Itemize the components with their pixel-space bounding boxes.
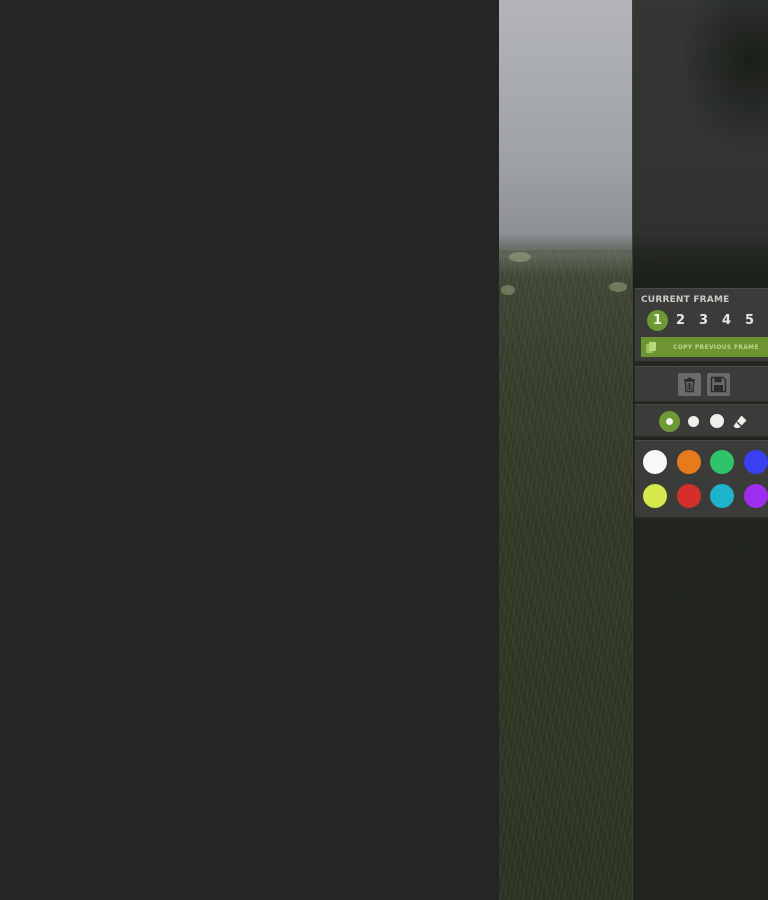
blank-drawing-area[interactable]	[0, 0, 499, 900]
copy-icon	[645, 341, 657, 354]
brush-medium[interactable]	[710, 414, 724, 428]
frame-button-3[interactable]: 3	[693, 310, 714, 331]
game-screen: CURRENT FRAME 1 2 3 4 5 COPY PREVIOUS FR…	[0, 0, 768, 900]
foliage-highlight	[609, 282, 627, 292]
color-swatch-orange[interactable]	[677, 450, 701, 474]
delete-button[interactable]	[678, 373, 701, 396]
current-frame-panel: CURRENT FRAME 1 2 3 4 5 COPY PREVIOUS FR…	[635, 288, 768, 362]
color-swatch-blue[interactable]	[744, 450, 768, 474]
save-button[interactable]	[707, 373, 730, 396]
eraser-icon[interactable]	[732, 414, 748, 430]
tree-silhouette	[679, 0, 768, 150]
color-swatch-white[interactable]	[643, 450, 667, 474]
color-swatch-cyan[interactable]	[710, 484, 734, 508]
actions-panel	[635, 366, 768, 402]
frame-button-1[interactable]: 1	[647, 309, 668, 331]
current-frame-title: CURRENT FRAME	[641, 295, 730, 305]
color-swatch-green[interactable]	[710, 450, 734, 474]
frame-button-4[interactable]: 4	[716, 310, 737, 331]
frame-selector: 1 2 3 4 5	[647, 309, 762, 331]
dark-horizon	[633, 232, 768, 288]
brush-panel	[635, 404, 768, 437]
frame-button-5[interactable]: 5	[739, 310, 760, 331]
floppy-disk-icon	[710, 376, 727, 393]
color-palette-panel	[635, 440, 768, 518]
color-swatch-red[interactable]	[677, 484, 701, 508]
foliage-highlight	[501, 285, 515, 295]
copy-previous-frame-button[interactable]: COPY PREVIOUS FRAME	[641, 337, 768, 357]
frame-button-2[interactable]: 2	[670, 310, 691, 331]
trash-icon	[684, 377, 695, 393]
color-swatch-yellow[interactable]	[643, 484, 667, 508]
color-swatch-purple[interactable]	[744, 484, 768, 508]
brush-small[interactable]	[688, 416, 699, 427]
brush-large-selected[interactable]	[659, 411, 680, 432]
foliage-highlight	[509, 252, 531, 262]
copy-previous-frame-label: COPY PREVIOUS FRAME	[673, 343, 759, 351]
